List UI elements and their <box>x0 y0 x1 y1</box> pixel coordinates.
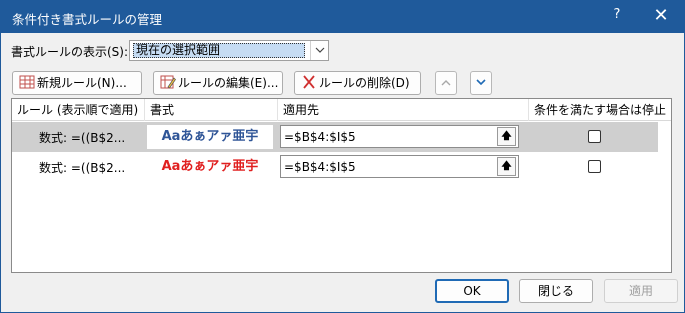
chevron-down-icon[interactable] <box>310 41 328 60</box>
edit-rule-label: ルールの編集(E)... <box>178 76 279 90</box>
collapse-range-icon[interactable]: 🡅 <box>497 127 516 146</box>
applies-to-field[interactable]: =$B$4:$I$5 🡅 <box>280 125 519 148</box>
applies-to-field[interactable]: =$B$4:$I$5 🡅 <box>280 155 519 178</box>
format-preview: Aaあぁアァ亜宇 <box>147 125 273 149</box>
delete-rule-label: ルールの削除(D) <box>319 76 410 90</box>
edit-table-icon <box>160 74 176 89</box>
rule-row[interactable]: 数式: =((B$2... Aaあぁアァ亜宇 =$B$4:$I$5 🡅 <box>12 122 658 152</box>
stop-if-true-checkbox[interactable] <box>588 130 601 143</box>
rule-formula: 数式: =((B$2... <box>39 161 126 175</box>
chevron-up-icon <box>441 80 451 86</box>
scope-dropdown[interactable]: 現在の選択範囲 <box>129 40 329 61</box>
show-rules-label: 書式ルールの表示(S): <box>11 45 129 59</box>
ok-button[interactable]: OK <box>435 279 509 303</box>
move-up-button[interactable] <box>435 71 457 95</box>
edit-rule-button[interactable]: ルールの編集(E)... <box>153 71 283 95</box>
rules-list: ルール (表示順で適用) 書式 適用先 条件を満たす場合は停止 数式: =((B… <box>11 98 672 273</box>
collapse-range-icon[interactable]: 🡅 <box>497 157 516 176</box>
move-down-button[interactable] <box>470 71 492 95</box>
chevron-down-icon <box>476 79 486 86</box>
title-bar: 条件付き書式ルールの管理 ? ✕ <box>1 1 684 33</box>
delete-x-icon <box>301 74 317 89</box>
help-button[interactable]: ? <box>607 7 627 27</box>
rule-row[interactable]: 数式: =((B$2... Aaあぁアァ亜宇 =$B$4:$I$5 🡅 <box>12 152 658 182</box>
delete-rule-button[interactable]: ルールの削除(D) <box>294 71 421 95</box>
header-applies-to[interactable]: 適用先 <box>278 99 529 121</box>
header-stop-if-true[interactable]: 条件を満たす場合は停止 <box>529 99 671 121</box>
dialog-title: 条件付き書式ルールの管理 <box>12 12 163 27</box>
header-rule[interactable]: ルール (表示順で適用) <box>12 99 145 121</box>
new-rule-label: 新規ルール(N)... <box>37 76 127 90</box>
dialog-window: 条件付き書式ルールの管理 ? ✕ 書式ルールの表示(S): 現在の選択範囲 新規… <box>0 0 685 313</box>
format-preview: Aaあぁアァ亜宇 <box>147 155 273 179</box>
new-rule-button[interactable]: 新規ルール(N)... <box>12 71 142 95</box>
stop-if-true-checkbox[interactable] <box>588 160 601 173</box>
table-icon <box>19 74 35 89</box>
apply-button[interactable]: 適用 <box>604 279 678 303</box>
close-icon[interactable]: ✕ <box>649 5 673 29</box>
header-format[interactable]: 書式 <box>145 99 278 121</box>
rule-formula: 数式: =((B$2... <box>39 131 126 145</box>
applies-to-value: =$B$4:$I$5 <box>284 160 356 174</box>
scope-selected-value: 現在の選択範囲 <box>133 43 305 58</box>
rules-header: ルール (表示順で適用) 書式 適用先 条件を満たす場合は停止 <box>12 99 671 121</box>
close-button[interactable]: 閉じる <box>519 279 593 303</box>
applies-to-value: =$B$4:$I$5 <box>284 130 356 144</box>
